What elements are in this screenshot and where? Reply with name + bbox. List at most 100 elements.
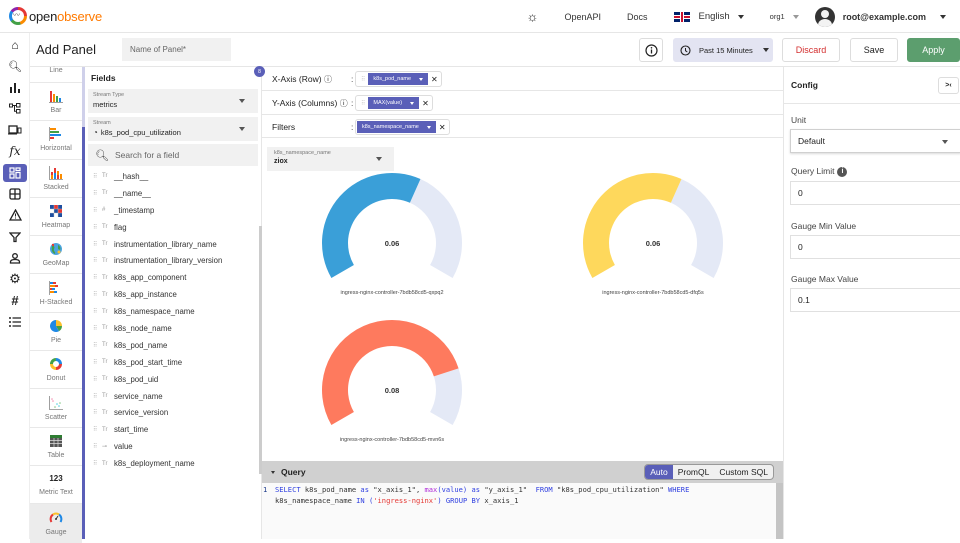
- chart-type-geomap[interactable]: GeoMap: [30, 236, 82, 275]
- query-mode-custom-sql[interactable]: Custom SQL: [714, 465, 773, 479]
- drag-handle-icon[interactable]: ⠿: [93, 207, 102, 214]
- openobserve-logo[interactable]: 〰 openobserve: [9, 7, 102, 25]
- query-limit-input[interactable]: 0: [790, 181, 960, 205]
- chart-type-label: Metric Text: [39, 488, 73, 496]
- drag-handle-icon[interactable]: ⠿: [93, 426, 102, 433]
- gauge-fill[interactable]: [583, 173, 682, 278]
- nav-rum-icon[interactable]: [3, 121, 27, 139]
- query-bar-edge: [776, 461, 783, 483]
- nav-iam-icon[interactable]: [3, 249, 27, 267]
- drag-handle-icon[interactable]: ⠿: [93, 224, 102, 231]
- field-item[interactable]: ⠿ Tr k8s_pod_uid: [85, 371, 262, 388]
- openapi-link[interactable]: OpenAPI: [564, 12, 601, 22]
- drag-handle-icon[interactable]: ⠿: [93, 173, 102, 180]
- drag-handle-icon[interactable]: ⠿: [93, 376, 102, 383]
- field-item[interactable]: ⠿ Tr __name__: [85, 185, 262, 202]
- table-icon: [50, 434, 62, 447]
- chart-type-donut[interactable]: Donut: [30, 351, 82, 390]
- drag-handle-icon[interactable]: ⠿: [93, 460, 102, 467]
- drag-handle-icon[interactable]: ⠿: [93, 241, 102, 248]
- chart-type-horizontal[interactable]: Horizontal: [30, 121, 82, 160]
- nav-streams-icon[interactable]: [3, 185, 27, 203]
- editor-scrollbar[interactable]: [776, 483, 783, 539]
- field-item[interactable]: ⠿ # _timestamp: [85, 202, 262, 219]
- info-icon[interactable]: i: [837, 166, 848, 177]
- chart-type-scatter[interactable]: Scatter: [30, 389, 82, 428]
- drag-handle-icon[interactable]: ⠿: [93, 308, 102, 315]
- nav-alerts-icon[interactable]: [3, 206, 27, 224]
- nav-metrics-icon[interactable]: [3, 79, 27, 97]
- org-selector[interactable]: org1: [770, 12, 799, 21]
- drag-handle-icon[interactable]: ⠿: [93, 190, 102, 197]
- chart-type-stacked[interactable]: Stacked: [30, 160, 82, 198]
- gauge-max-input[interactable]: 0.1: [790, 288, 960, 312]
- nav-menu-icon[interactable]: [3, 313, 27, 331]
- drag-handle-icon[interactable]: ⠿: [93, 274, 102, 281]
- query-mode-promql[interactable]: PromQL: [673, 465, 715, 479]
- chart-type-heatmap[interactable]: Heatmap: [30, 198, 82, 237]
- query-limit-label: Query Limit: [791, 166, 835, 176]
- unit-select[interactable]: Default: [790, 129, 960, 153]
- sun-icon[interactable]: ☼: [527, 9, 539, 24]
- info-button[interactable]: [639, 38, 663, 62]
- nav-ingestion-icon[interactable]: [3, 228, 27, 246]
- field-item[interactable]: ⠿ Tr __hash__: [85, 168, 262, 185]
- query-toggle[interactable]: Query: [271, 467, 306, 477]
- query-mode-auto[interactable]: Auto: [645, 465, 673, 479]
- drag-handle-icon[interactable]: ⠿: [93, 342, 102, 349]
- field-item[interactable]: ⠿ ⊸ value: [85, 438, 262, 455]
- docs-link[interactable]: Docs: [627, 12, 648, 22]
- nav-functions-icon[interactable]: fx: [3, 142, 27, 160]
- field-item[interactable]: ⠿ Tr start_time: [85, 421, 262, 438]
- field-item[interactable]: ⠿ Tr k8s_namespace_name: [85, 303, 262, 320]
- field-item[interactable]: ⠿ Tr instrumentation_library_name: [85, 236, 262, 253]
- nav-home-icon[interactable]: ⌂: [3, 36, 27, 54]
- language-selector[interactable]: English: [673, 11, 744, 22]
- nav-dashboards-icon[interactable]: [3, 163, 27, 182]
- chart-type-metric-text[interactable]: 123 Metric Text: [30, 466, 82, 505]
- chart-type-bar[interactable]: Bar: [30, 83, 82, 122]
- field-search-input[interactable]: 🔍︎ Search for a field: [88, 144, 258, 166]
- nav-slack-icon[interactable]: #: [3, 292, 27, 310]
- drag-handle-icon[interactable]: ⠿: [93, 291, 102, 298]
- gauge-min-input[interactable]: 0: [790, 235, 960, 259]
- top-bar: 〰 openobserve ☼ OpenAPI Docs English org…: [0, 0, 960, 33]
- field-item[interactable]: ⠿ Tr k8s_deployment_name: [85, 455, 262, 472]
- chart-type-h-stacked[interactable]: H-Stacked: [30, 274, 82, 313]
- field-item[interactable]: ⠿ Tr k8s_pod_name: [85, 337, 262, 354]
- panel-name-input[interactable]: [122, 38, 231, 61]
- field-item[interactable]: ⠿ Tr service_name: [85, 388, 262, 405]
- field-item[interactable]: ⠿ Tr instrumentation_library_version: [85, 252, 262, 269]
- time-range-picker[interactable]: Past 15 Minutes: [673, 38, 773, 62]
- field-item[interactable]: ⠿ Tr k8s_pod_start_time: [85, 354, 262, 371]
- user-menu[interactable]: root@example.com: [814, 6, 946, 27]
- drag-handle-icon[interactable]: ⠿: [93, 443, 102, 450]
- drag-handle-icon[interactable]: ⠿: [93, 359, 102, 366]
- field-item[interactable]: ⠿ Tr k8s_node_name: [85, 320, 262, 337]
- drag-handle-icon[interactable]: ⠿: [93, 257, 102, 264]
- save-button[interactable]: Save: [850, 38, 898, 62]
- query-code[interactable]: SELECT k8s_pod_name as "x_axis_1", max(v…: [275, 485, 689, 506]
- collapse-config-button[interactable]: >‹: [938, 77, 959, 94]
- gauge-fill[interactable]: [322, 173, 421, 278]
- chart-type-table[interactable]: Table: [30, 428, 82, 466]
- drag-handle-icon[interactable]: ⠿: [93, 325, 102, 332]
- chart-type-line[interactable]: Line: [30, 67, 82, 83]
- chart-type-gauge[interactable]: Gauge: [30, 504, 82, 543]
- field-item[interactable]: ⠿ Tr service_version: [85, 404, 262, 421]
- field-item[interactable]: ⠿ Tr k8s_app_instance: [85, 286, 262, 303]
- field-item[interactable]: ⠿ Tr k8s_app_component: [85, 269, 262, 286]
- stream-type-select[interactable]: Stream Type metrics: [88, 89, 258, 113]
- drag-handle-icon[interactable]: ⠿: [93, 393, 102, 400]
- query-editor[interactable]: 1 SELECT k8s_pod_name as "x_axis_1", max…: [262, 483, 776, 539]
- chart-type-pie[interactable]: Pie: [30, 313, 82, 352]
- nav-settings-icon[interactable]: ⚙: [3, 270, 27, 288]
- stream-select[interactable]: Stream ◔ k8s_pod_cpu_utilization: [88, 117, 258, 141]
- field-item[interactable]: ⠿ Tr flag: [85, 219, 262, 236]
- nav-traces-icon[interactable]: [3, 100, 27, 118]
- fields-count-badge[interactable]: 8: [254, 66, 265, 77]
- drag-handle-icon[interactable]: ⠿: [93, 409, 102, 416]
- discard-button[interactable]: Discard: [782, 38, 840, 62]
- nav-search-icon[interactable]: 🔍︎: [3, 57, 27, 75]
- apply-button[interactable]: Apply: [907, 38, 960, 62]
